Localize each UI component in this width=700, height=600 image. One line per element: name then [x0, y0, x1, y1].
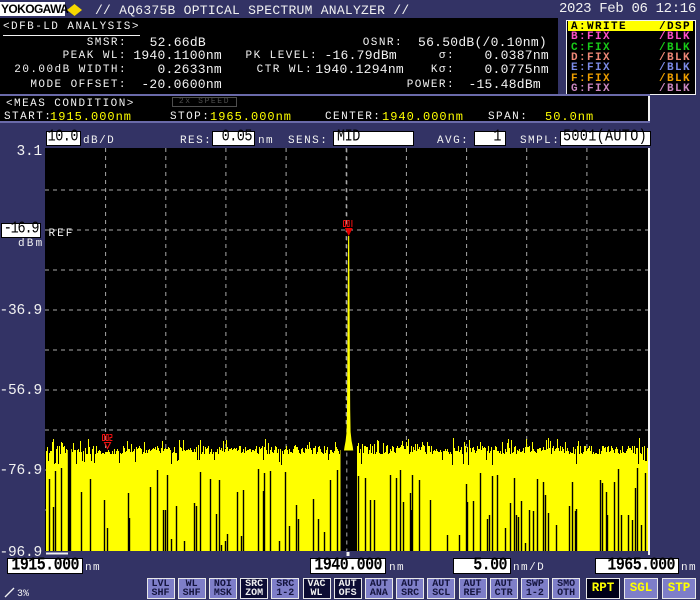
- svg-text:REF: REF: [49, 228, 75, 240]
- svg-text:3%: 3%: [17, 589, 29, 599]
